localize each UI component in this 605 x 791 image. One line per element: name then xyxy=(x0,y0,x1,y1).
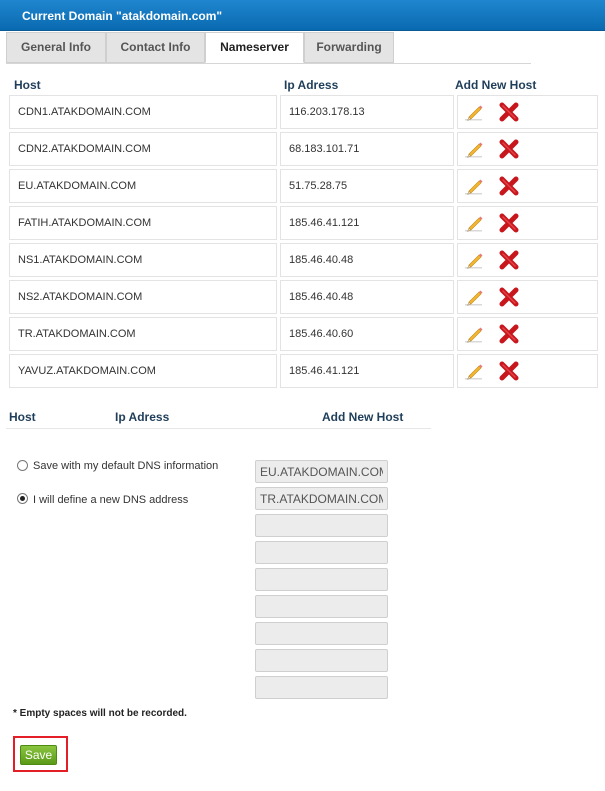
delete-x-icon[interactable] xyxy=(499,324,519,344)
tab-contact-info[interactable]: Contact Info xyxy=(106,32,205,63)
edit-pencil-icon[interactable] xyxy=(464,325,484,343)
column-ip-header: Ip Adress xyxy=(284,78,339,92)
tab-divider xyxy=(6,63,531,64)
delete-x-icon[interactable] xyxy=(499,139,519,159)
domain-header: Current Domain "atakdomain.com" xyxy=(0,0,605,31)
host-ip: 116.203.178.13 xyxy=(280,95,454,129)
edit-pencil-icon[interactable] xyxy=(464,251,484,269)
table-row: EU.ATAKDOMAIN.COM 51.75.28.75 xyxy=(9,169,598,205)
row-actions xyxy=(457,206,598,240)
add-host-header: Host xyxy=(9,410,36,424)
save-highlight: Save xyxy=(13,736,68,772)
delete-x-icon[interactable] xyxy=(499,361,519,381)
new-dns-label: I will define a new DNS address xyxy=(33,494,189,506)
default-dns-radio[interactable] xyxy=(17,460,28,471)
dns-field-4[interactable] xyxy=(255,541,388,564)
host-ip: 185.46.40.48 xyxy=(280,280,454,314)
host-name: EU.ATAKDOMAIN.COM xyxy=(9,169,277,203)
table-row: CDN1.ATAKDOMAIN.COM 116.203.178.13 xyxy=(9,95,598,131)
edit-pencil-icon[interactable] xyxy=(464,140,484,158)
dns-field-8[interactable] xyxy=(255,649,388,672)
host-ip: 68.183.101.71 xyxy=(280,132,454,166)
domain-title: Current Domain "atakdomain.com" xyxy=(22,9,223,23)
edit-pencil-icon[interactable] xyxy=(464,214,484,232)
default-dns-label: Save with my default DNS information xyxy=(33,460,219,472)
row-actions xyxy=(457,280,598,314)
host-name: FATIH.ATAKDOMAIN.COM xyxy=(9,206,277,240)
tab-nameserver[interactable]: Nameserver xyxy=(205,32,304,63)
edit-pencil-icon[interactable] xyxy=(464,362,484,380)
host-ip: 185.46.41.121 xyxy=(280,354,454,388)
dns-field-5[interactable] xyxy=(255,568,388,591)
delete-x-icon[interactable] xyxy=(499,213,519,233)
table-row: TR.ATAKDOMAIN.COM 185.46.40.60 xyxy=(9,317,598,353)
tab-forwarding[interactable]: Forwarding xyxy=(304,32,394,63)
dns-field-7[interactable] xyxy=(255,622,388,645)
host-ip: 185.46.40.48 xyxy=(280,243,454,277)
host-ip: 51.75.28.75 xyxy=(280,169,454,203)
table-row: FATIH.ATAKDOMAIN.COM 185.46.41.121 xyxy=(9,206,598,242)
row-actions xyxy=(457,243,598,277)
row-actions xyxy=(457,95,598,129)
host-name: TR.ATAKDOMAIN.COM xyxy=(9,317,277,351)
edit-pencil-icon[interactable] xyxy=(464,103,484,121)
delete-x-icon[interactable] xyxy=(499,176,519,196)
table-row: NS2.ATAKDOMAIN.COM 185.46.40.48 xyxy=(9,280,598,316)
delete-x-icon[interactable] xyxy=(499,287,519,307)
column-host-header: Host xyxy=(14,78,41,92)
host-name: CDN1.ATAKDOMAIN.COM xyxy=(9,95,277,129)
row-actions xyxy=(457,132,598,166)
dns-field-9[interactable] xyxy=(255,676,388,699)
add-ip-header: Ip Adress xyxy=(115,410,170,424)
edit-pencil-icon[interactable] xyxy=(464,288,484,306)
delete-x-icon[interactable] xyxy=(499,102,519,122)
new-dns-radio[interactable] xyxy=(17,493,28,504)
host-name: YAVUZ.ATAKDOMAIN.COM xyxy=(9,354,277,388)
dns-field-1[interactable] xyxy=(255,460,388,483)
row-actions xyxy=(457,317,598,351)
row-actions xyxy=(457,354,598,388)
host-name: NS2.ATAKDOMAIN.COM xyxy=(9,280,277,314)
dns-field-3[interactable] xyxy=(255,514,388,537)
dns-field-6[interactable] xyxy=(255,595,388,618)
host-ip: 185.46.40.60 xyxy=(280,317,454,351)
table-row: NS1.ATAKDOMAIN.COM 185.46.40.48 xyxy=(9,243,598,279)
column-add-host-header: Add New Host xyxy=(455,78,537,92)
tab-general-info[interactable]: General Info xyxy=(6,32,106,63)
host-name: CDN2.ATAKDOMAIN.COM xyxy=(9,132,277,166)
save-button[interactable]: Save xyxy=(20,745,57,765)
table-row: YAVUZ.ATAKDOMAIN.COM 185.46.41.121 xyxy=(9,354,598,390)
empty-spaces-note: * Empty spaces will not be recorded. xyxy=(13,708,187,719)
table-row: CDN2.ATAKDOMAIN.COM 68.183.101.71 xyxy=(9,132,598,168)
host-name: NS1.ATAKDOMAIN.COM xyxy=(9,243,277,277)
delete-x-icon[interactable] xyxy=(499,250,519,270)
row-actions xyxy=(457,169,598,203)
host-ip: 185.46.41.121 xyxy=(280,206,454,240)
section-divider xyxy=(6,428,431,429)
add-new-host-header: Add New Host xyxy=(322,410,404,424)
edit-pencil-icon[interactable] xyxy=(464,177,484,195)
dns-field-2[interactable] xyxy=(255,487,388,510)
